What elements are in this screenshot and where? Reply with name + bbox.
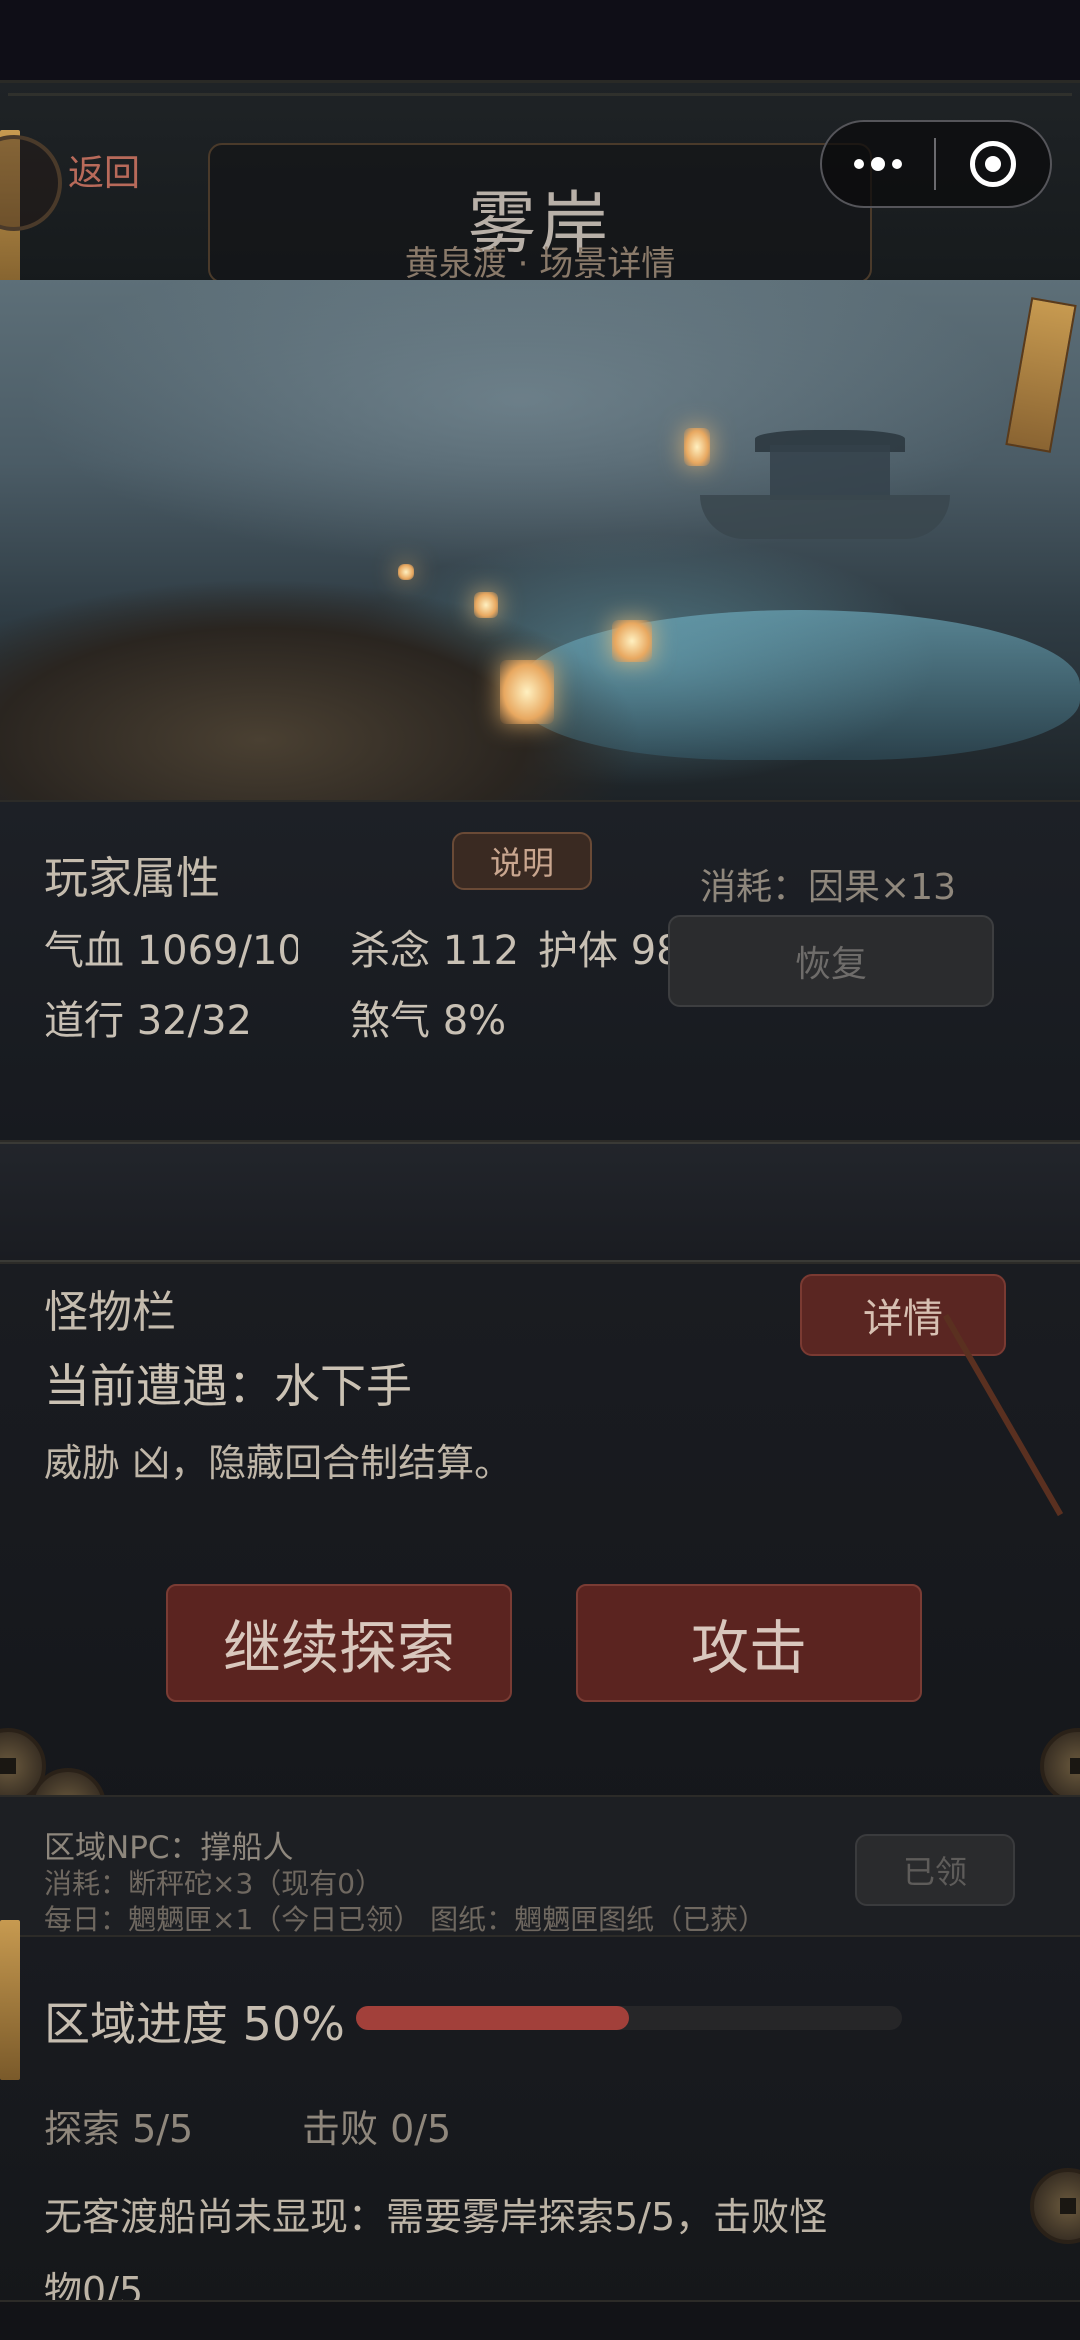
lantern-art [684,428,710,466]
miniprogram-capsule [820,120,1052,208]
stat-armor: 护体 98 [538,928,678,974]
scene-detail-page: 返回 雾岸 黄泉渡 · 场景详情 玩家属性 说明 消耗：因果×13 气血 106… [0,0,1080,2340]
panel-divider [0,1142,1080,1262]
restore-cost: 消耗：因果×13 [700,867,956,908]
monster-title: 怪物栏 [44,1287,176,1338]
boat-hull-art [700,495,950,539]
claimed-button[interactable]: 已领 [855,1834,1015,1906]
bottom-frame [0,2300,1080,2340]
target-circle-icon[interactable] [936,141,1050,187]
lantern-art [398,564,414,580]
detail-button[interactable]: 详情 [800,1274,1006,1356]
explore-count: 探索 5/5 [44,2107,194,2151]
stat-dao: 道行 32/32 [44,998,252,1044]
encounter-text: 当前遭遇：水下手 [44,1359,412,1413]
status-bar [0,0,1080,80]
defeat-count: 击败 0/5 [302,2107,452,2151]
stat-kill-intent: 杀念 112 [350,928,520,974]
lantern-art [500,660,554,724]
page-subtitle: 黄泉渡 · 场景详情 [404,244,676,284]
npc-name: 区域NPC：撑船人 [44,1830,294,1866]
npc-daily: 每日：魍魉匣×1（今日已领） 图纸：魍魉匣图纸（已获） [44,1903,767,1936]
lantern-art [612,620,652,662]
attributes-title: 玩家属性 [44,853,220,904]
restore-button[interactable]: 恢复 [668,915,994,1007]
npc-cost: 消耗：断秤砣×3（现有0） [44,1867,384,1900]
attack-button[interactable]: 攻击 [576,1584,922,1702]
area-progress-fill [356,2006,629,2030]
area-progress-label: 区域进度 50% [44,1997,345,2051]
area-progress-bar [356,2006,902,2030]
water-art [520,610,1080,760]
stat-sha: 煞气 8% [350,998,507,1044]
talisman-decoration [0,1920,20,2080]
explain-button[interactable]: 说明 [452,832,592,890]
stat-hp: 气血 1069/1069 [44,928,298,974]
scene-illustration [0,280,1080,800]
boat-cabin-art [770,445,890,500]
unlock-note-line1: 无客渡船尚未显现：需要雾岸探索5/5，击败怪 [44,2195,828,2239]
threat-text: 威胁 凶，隐藏回合制结算。 [44,1441,513,1485]
lantern-art [474,592,498,618]
continue-explore-button[interactable]: 继续探索 [166,1584,512,1702]
more-dots-icon[interactable] [822,157,934,171]
